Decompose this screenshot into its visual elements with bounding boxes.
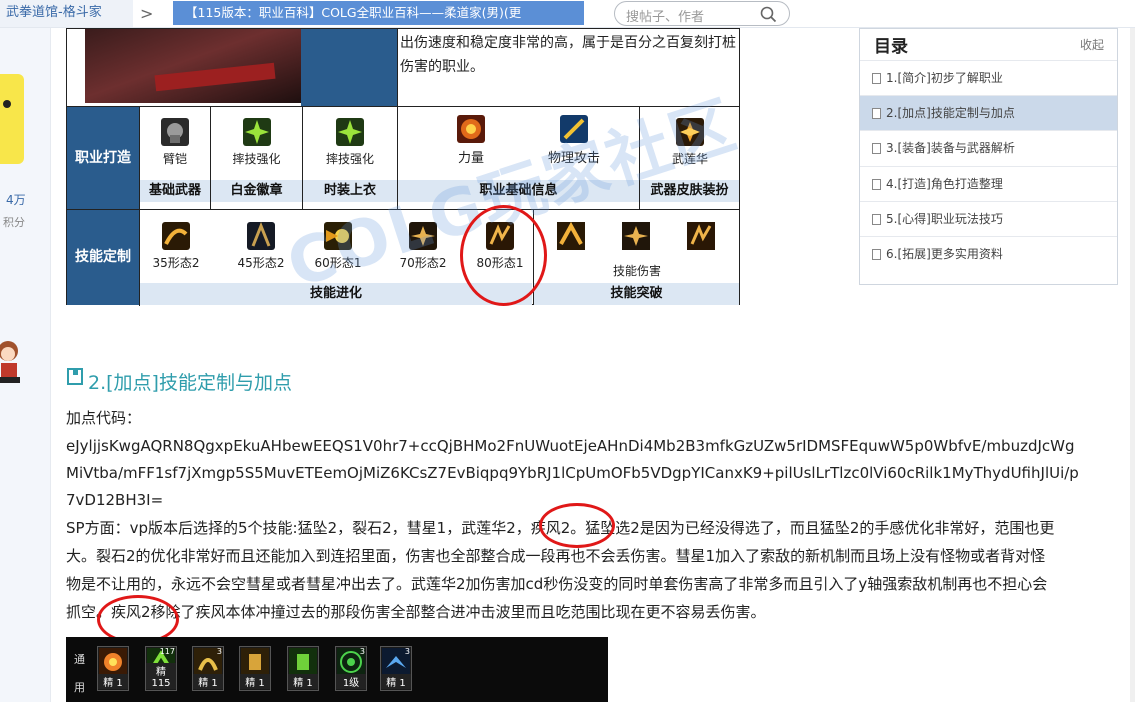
document-icon (872, 143, 881, 154)
post-content: 出伤速度和稳定度非常的高，属于是百分之百复刻打桩伤害的职业。 职业打造 臂铠 摔… (51, 28, 1135, 702)
group-label-weapon: 基础武器 (140, 180, 210, 202)
points-value: 4万 (6, 193, 26, 207)
build-item-strength[interactable]: 力量 (438, 115, 504, 166)
skill-slot: 117 精 115 (145, 646, 177, 691)
group-label-costume: 时装上衣 (303, 180, 397, 202)
paragraph-line: SP方面：vp版本后选择的5个技能:猛坠2，裂石2，彗星1，武莲华2，疾风2。猛… (66, 519, 1055, 537)
toc-item[interactable]: 3.[装备]装备与武器解析 (860, 130, 1117, 165)
paragraph-line: 大。裂石2的优化非常好而且还能加入到连招里面，伤害也全部整合成一段再也不会丢伤害… (66, 547, 1046, 565)
build-item-costume[interactable]: 摔技强化 (303, 118, 397, 167)
skill-crack-icon (247, 222, 275, 250)
group-label-badge: 白金徽章 (211, 180, 302, 202)
toc-item-active[interactable]: 2.[加点]技能定制与加点 (860, 95, 1117, 130)
green-grab-icon (289, 648, 317, 676)
skill-lotus-icon (409, 222, 437, 250)
skill-code-line[interactable]: MiVtba/mFF1sf7jXmgp5S5MuvETEemOjMiZ6KCsZ… (66, 460, 1124, 487)
skill-item-80[interactable]: 80形态1 (465, 222, 535, 271)
skill-gale-icon (486, 222, 514, 250)
build-item-lotus[interactable]: 武莲华 (640, 118, 740, 167)
character-sticker-icon (0, 341, 20, 383)
breadcrumb-separator-icon: > (140, 4, 154, 23)
document-icon (872, 108, 881, 119)
document-icon (872, 249, 881, 260)
skill-slot: 精 1 (97, 646, 129, 691)
build-item-phys-attack[interactable]: 物理攻击 (539, 115, 609, 166)
document-icon (872, 214, 881, 225)
build-item-weapon[interactable]: 臂铠 (140, 118, 210, 167)
top-nav-bar: 武拳道馆-格斗家 > 【115版本：职业百科】COLG全职业百科——柔道家(男)… (0, 0, 1135, 28)
toc-title: 目录 (874, 37, 908, 57)
profession-table: 出伤速度和稳定度非常的高，属于是百分之百复刻打桩伤害的职业。 职业打造 臂铠 摔… (66, 28, 746, 306)
gold-grab-icon (241, 648, 269, 676)
skill-code-line[interactable]: 7vD12BH3I= (66, 487, 1124, 514)
skill-item-70[interactable]: 70形态2 (388, 222, 458, 271)
left-user-strip: 4万 积分 (0, 28, 51, 702)
code-label: 加点代码： (66, 409, 142, 427)
throw-burst-icon (336, 118, 364, 146)
paragraph-line: 物是不让用的，永远不会空彗星或者彗星冲出去了。武莲华2加伤害加cd秒伤没变的同时… (66, 575, 1048, 593)
skill-comet-icon (324, 222, 352, 250)
fire-fist-icon (99, 648, 127, 676)
document-icon (872, 179, 881, 190)
throw-burst-icon (242, 118, 271, 146)
skill-slot: 3 精 1 (380, 646, 412, 691)
skillbar-label: 通 (74, 653, 85, 666)
skill-item-35[interactable]: 35形态2 (141, 222, 211, 271)
group-label-basic-info: 职业基础信息 (398, 180, 639, 202)
lotus-skill-icon (676, 118, 704, 146)
table-header-cell (301, 29, 397, 106)
breadcrumb-thread[interactable]: 【115版本：职业百科】COLG全职业百科——柔道家(男)(更 (173, 1, 584, 25)
skill-slot: 3 1级 (335, 646, 367, 691)
toc-item[interactable]: 6.[拓展]更多实用资料 (860, 236, 1117, 271)
search-icon[interactable] (760, 6, 777, 23)
skill-item-60[interactable]: 60形态1 (303, 222, 373, 271)
bookmark-icon (67, 368, 83, 385)
gauntlet-icon (161, 118, 189, 146)
toc-collapse-button[interactable]: 收起 (1080, 36, 1104, 53)
breakthrough-lotus-icon[interactable] (622, 222, 650, 250)
skill-breakthrough-icons (557, 222, 717, 252)
group-label-evolution: 技能进化 (140, 283, 532, 305)
skill-bar-image: 通 用 精 1 117 精 115 3 精 1 精 1 精 1 3 1级 3 精… (66, 637, 608, 702)
character-portrait (85, 29, 301, 103)
row-label-build: 职业打造 (67, 107, 139, 209)
points-label: 积分 (3, 216, 25, 229)
skillbar-label: 用 (74, 681, 85, 694)
document-icon (872, 73, 881, 84)
skill-slot: 3 精 1 (192, 646, 224, 691)
toc-item[interactable]: 5.[心得]职业玩法技巧 (860, 201, 1117, 236)
section-title: 2.[加点]技能定制与加点 (88, 372, 292, 394)
breakthrough-gale-icon[interactable] (687, 222, 715, 250)
skill-slot: 精 1 (287, 646, 319, 691)
physical-attack-icon (560, 115, 588, 143)
paragraph-line: 抓空。疾风2移除了疾风本体冲撞过去的那段伤害全部整合进冲击波里而且吃范围比现在更… (66, 603, 766, 621)
skill-slam-icon (162, 222, 190, 250)
profession-description: 出伤速度和稳定度非常的高，属于是百分之百复刻打桩伤害的职业。 (400, 35, 736, 75)
strength-icon (457, 115, 485, 143)
skill-item-45[interactable]: 45形态2 (226, 222, 296, 271)
breakthrough-slam-icon[interactable] (557, 222, 585, 250)
skill-slot: 精 1 (239, 646, 271, 691)
build-item-badge[interactable]: 摔技强化 (211, 118, 302, 167)
table-of-contents: 目录 收起 1.[简介]初步了解职业 2.[加点]技能定制与加点 3.[装备]装… (859, 28, 1118, 285)
search-input[interactable]: 搜帖子、作者 (626, 6, 704, 25)
group-label-breakthrough: 技能突破 (534, 283, 739, 305)
group-label-weapon-skin: 武器皮肤装扮 (640, 180, 739, 202)
avatar[interactable] (0, 74, 24, 164)
breadcrumb-forum[interactable]: 武拳道馆-格斗家 (0, 0, 133, 27)
row-label-skill: 技能定制 (67, 210, 139, 305)
skill-damage-label: 技能伤害 (612, 264, 661, 278)
toc-item[interactable]: 4.[打造]角色打造整理 (860, 166, 1117, 201)
skill-code-line[interactable]: eJyljjsKwgAQRN8QgxpEkuAHbewEEQS1V0hr7+cc… (66, 433, 1124, 460)
search-box[interactable]: 搜帖子、作者 (614, 1, 790, 26)
toc-item[interactable]: 1.[简介]初步了解职业 (860, 60, 1117, 95)
